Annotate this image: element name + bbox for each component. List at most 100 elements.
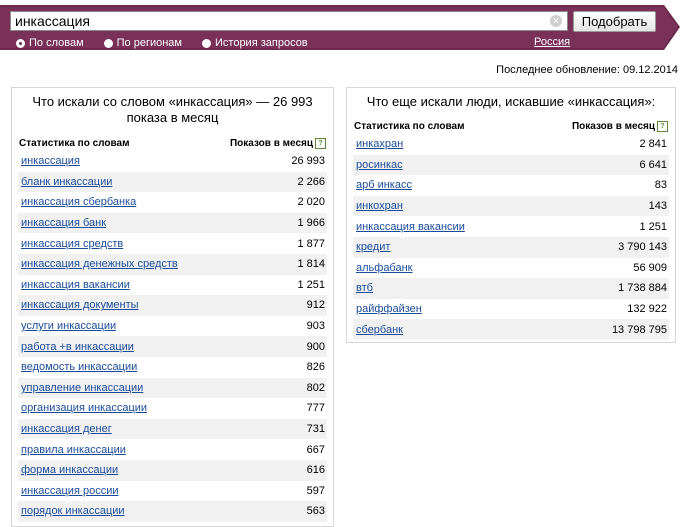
help-icon[interactable]: ? (315, 137, 326, 149)
table-row: инкассация вакансии 1 251 (353, 216, 669, 237)
mode-label[interactable]: История запросов (215, 37, 308, 49)
table-row: работа +в инкассации 900 (18, 336, 327, 357)
phrase-link[interactable]: организация инкассации (21, 402, 147, 414)
help-icon[interactable]: ? (657, 120, 668, 132)
impressions-count: 143 (648, 200, 667, 213)
radio-selected-icon[interactable] (16, 38, 25, 48)
phrase-link[interactable]: инкассация вакансии (356, 221, 465, 233)
mode-label[interactable]: По регионам (117, 37, 182, 49)
impressions-count: 83 (654, 179, 667, 192)
impressions-count: 667 (306, 443, 325, 456)
col-phrase-header: Статистика по словам (354, 121, 465, 132)
impressions-count: 6 641 (639, 158, 667, 171)
impressions-count: 826 (306, 361, 325, 374)
mode-label[interactable]: По словам (29, 37, 84, 49)
col-phrase-header: Статистика по словам (19, 138, 130, 149)
table-row: порядок инкассации 563 (18, 501, 327, 522)
phrase-link[interactable]: инкассация вакансии (21, 279, 130, 291)
phrase-link[interactable]: инкассация денег (21, 423, 112, 435)
phrase-link[interactable]: инкассация банк (21, 217, 106, 229)
col-count-header: Показов в месяц? (572, 120, 668, 134)
impressions-count: 1 877 (297, 237, 325, 250)
phrase-link[interactable]: инкохран (356, 200, 403, 212)
phrase-link[interactable]: альфабанк (356, 262, 413, 274)
table-row: арб инкасс 83 (353, 175, 669, 196)
table-row: инкассация документы 912 (18, 295, 327, 316)
pick-button[interactable]: Подобрать (573, 11, 656, 32)
table-row: инкассация вакансии 1 251 (18, 275, 327, 296)
phrase-link[interactable]: кредит (356, 241, 390, 253)
phrase-link[interactable]: сбербанк (356, 324, 403, 336)
impressions-count: 616 (306, 464, 325, 477)
phrase-link[interactable]: работа +в инкассации (21, 341, 134, 353)
phrase-link[interactable]: порядок инкассации (21, 505, 125, 517)
col-count-label: Показов в месяц (571, 121, 655, 132)
search-bar: ✕ Подобрать По словам По регионам Истори… (0, 0, 688, 54)
col-count-header: Показов в месяц? (230, 137, 326, 151)
region-link[interactable]: Россия (534, 36, 570, 48)
search-field[interactable]: ✕ (10, 11, 568, 31)
table-row: правила инкассации 667 (18, 439, 327, 460)
table-row: инкассация денег 731 (18, 418, 327, 440)
phrase-link[interactable]: инкассация средств (21, 238, 123, 250)
table-row: инкассация средств 1 877 (18, 233, 327, 254)
impressions-count: 903 (306, 320, 325, 333)
radio-icon[interactable] (202, 38, 211, 48)
table-row: сбербанк 13 798 795 (353, 319, 669, 340)
phrase-link[interactable]: инкассация (21, 155, 80, 167)
phrase-link[interactable]: ведомость инкассации (21, 361, 137, 373)
phrase-link[interactable]: управление инкассации (21, 382, 143, 394)
right-stats-panel: Что еще искали люди, искавшие «инкассаци… (346, 87, 676, 343)
impressions-count: 1 738 884 (618, 282, 667, 295)
impressions-count: 777 (306, 402, 325, 415)
impressions-count: 912 (306, 299, 325, 312)
phrase-link[interactable]: росинкас (356, 159, 403, 171)
table-row: альфабанк 56 909 (353, 258, 669, 279)
mode-by-regions[interactable]: По регионам (103, 36, 182, 50)
impressions-count: 2 266 (297, 175, 325, 188)
phrase-link[interactable]: инкассация денежных средств (21, 258, 178, 270)
table-row: инкахран 2 841 (353, 134, 669, 155)
last-update-text: Последнее обновление: 09.12.2014 (496, 64, 678, 76)
table-row: инкохран 143 (353, 195, 669, 217)
phrase-link[interactable]: инкассация сбербанка (21, 196, 136, 208)
left-table-header: Статистика по словам Показов в месяц? (12, 137, 333, 151)
phrase-link[interactable]: райффайзен (356, 303, 422, 315)
impressions-count: 13 798 795 (611, 323, 667, 336)
table-row: инкассация сбербанка 2 020 (18, 192, 327, 213)
phrase-link[interactable]: инкассация россии (21, 485, 119, 497)
table-row: кредит 3 790 143 (353, 236, 669, 258)
impressions-count: 2 841 (639, 138, 667, 151)
impressions-count: 731 (306, 423, 325, 436)
impressions-count: 1 251 (639, 220, 667, 233)
phrase-link[interactable]: втб (356, 282, 373, 294)
phrase-link[interactable]: инкахран (356, 138, 403, 150)
impressions-count: 1 814 (297, 258, 325, 271)
table-row: инкассация денежных средств 1 814 (18, 253, 327, 275)
impressions-count: 563 (306, 505, 325, 518)
impressions-count: 2 020 (297, 196, 325, 209)
mode-history[interactable]: История запросов (202, 36, 308, 50)
right-table-header: Статистика по словам Показов в месяц? (347, 120, 675, 134)
impressions-count: 3 790 143 (618, 241, 667, 254)
table-row: управление инкассации 802 (18, 377, 327, 399)
radio-icon[interactable] (103, 38, 113, 48)
phrase-link[interactable]: инкассация документы (21, 299, 139, 311)
phrase-link[interactable]: услуги инкассации (21, 320, 116, 332)
search-input[interactable] (15, 13, 535, 29)
table-row: ведомость инкассации 826 (18, 357, 327, 378)
phrase-link[interactable]: правила инкассации (21, 444, 126, 456)
phrase-link[interactable]: бланк инкассации (21, 176, 112, 188)
impressions-count: 1 251 (297, 278, 325, 291)
impressions-count: 900 (306, 340, 325, 353)
table-row: бланк инкассации 2 266 (18, 171, 327, 193)
phrase-link[interactable]: арб инкасс (356, 179, 412, 191)
clear-icon[interactable]: ✕ (550, 15, 562, 27)
impressions-count: 56 909 (633, 261, 667, 274)
table-row: форма инкассации 616 (18, 459, 327, 481)
mode-by-words[interactable]: По словам (16, 36, 84, 50)
table-row: втб 1 738 884 (353, 278, 669, 299)
search-mode-group: По словам По регионам История запросов (16, 36, 328, 50)
table-row: услуги инкассации 903 (18, 316, 327, 337)
phrase-link[interactable]: форма инкассации (21, 464, 118, 476)
